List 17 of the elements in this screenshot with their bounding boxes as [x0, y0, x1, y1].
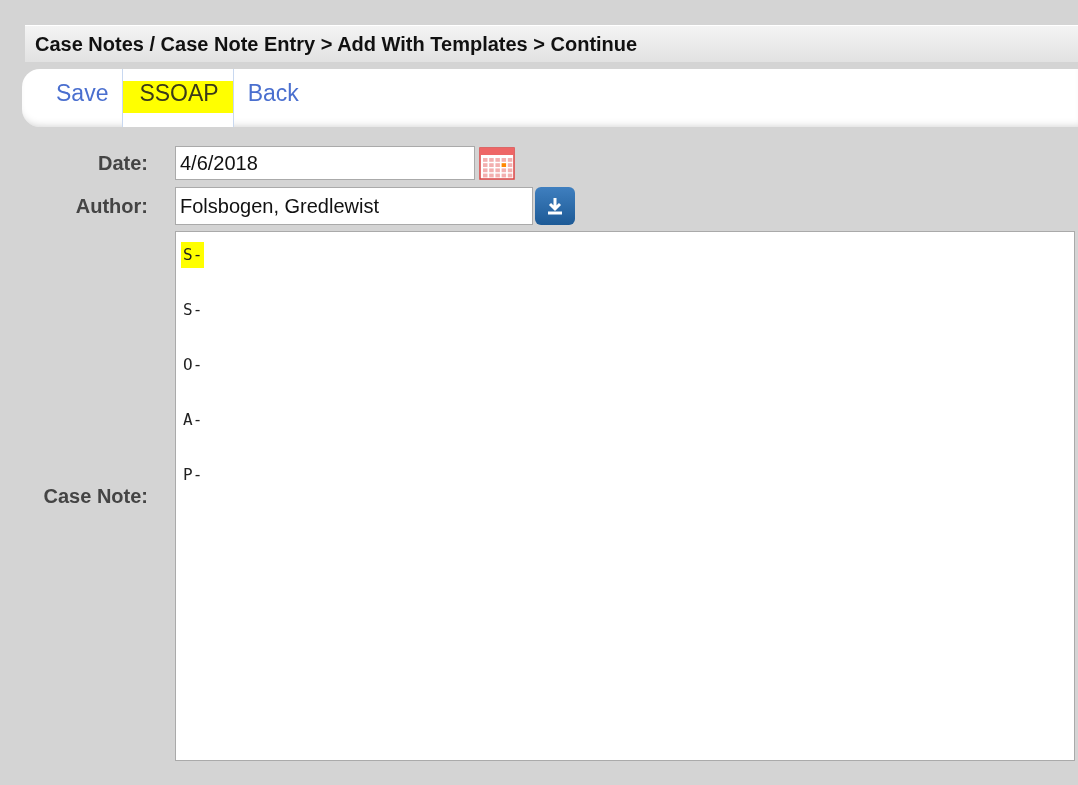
download-icon: [545, 196, 565, 216]
download-button[interactable]: [535, 187, 575, 225]
note-line: A-: [182, 409, 204, 431]
note-line: S-: [182, 299, 204, 321]
toolbar-tab[interactable]: Back: [233, 69, 313, 127]
calendar-icon[interactable]: [479, 145, 515, 181]
field-label: Date:: [97, 151, 148, 175]
toolbar-tab[interactable]: Save: [42, 69, 123, 127]
field-label: Author:: [74, 194, 148, 218]
toolbar-tab[interactable]: SSOAP: [122, 69, 234, 127]
date-field[interactable]: 4/6/2018: [175, 146, 475, 180]
note-line: O-: [182, 354, 204, 376]
author-field[interactable]: Folsbogen, Gredlewist: [175, 187, 533, 225]
note-line: P-: [182, 464, 204, 486]
field-label: Case Note:: [42, 484, 148, 508]
breadcrumb-title: Case Notes / Case Note Entry > Add With Templates > Continue: [25, 25, 1078, 62]
case-note-field[interactable]: S- S- O- A- P-: [175, 231, 1075, 761]
